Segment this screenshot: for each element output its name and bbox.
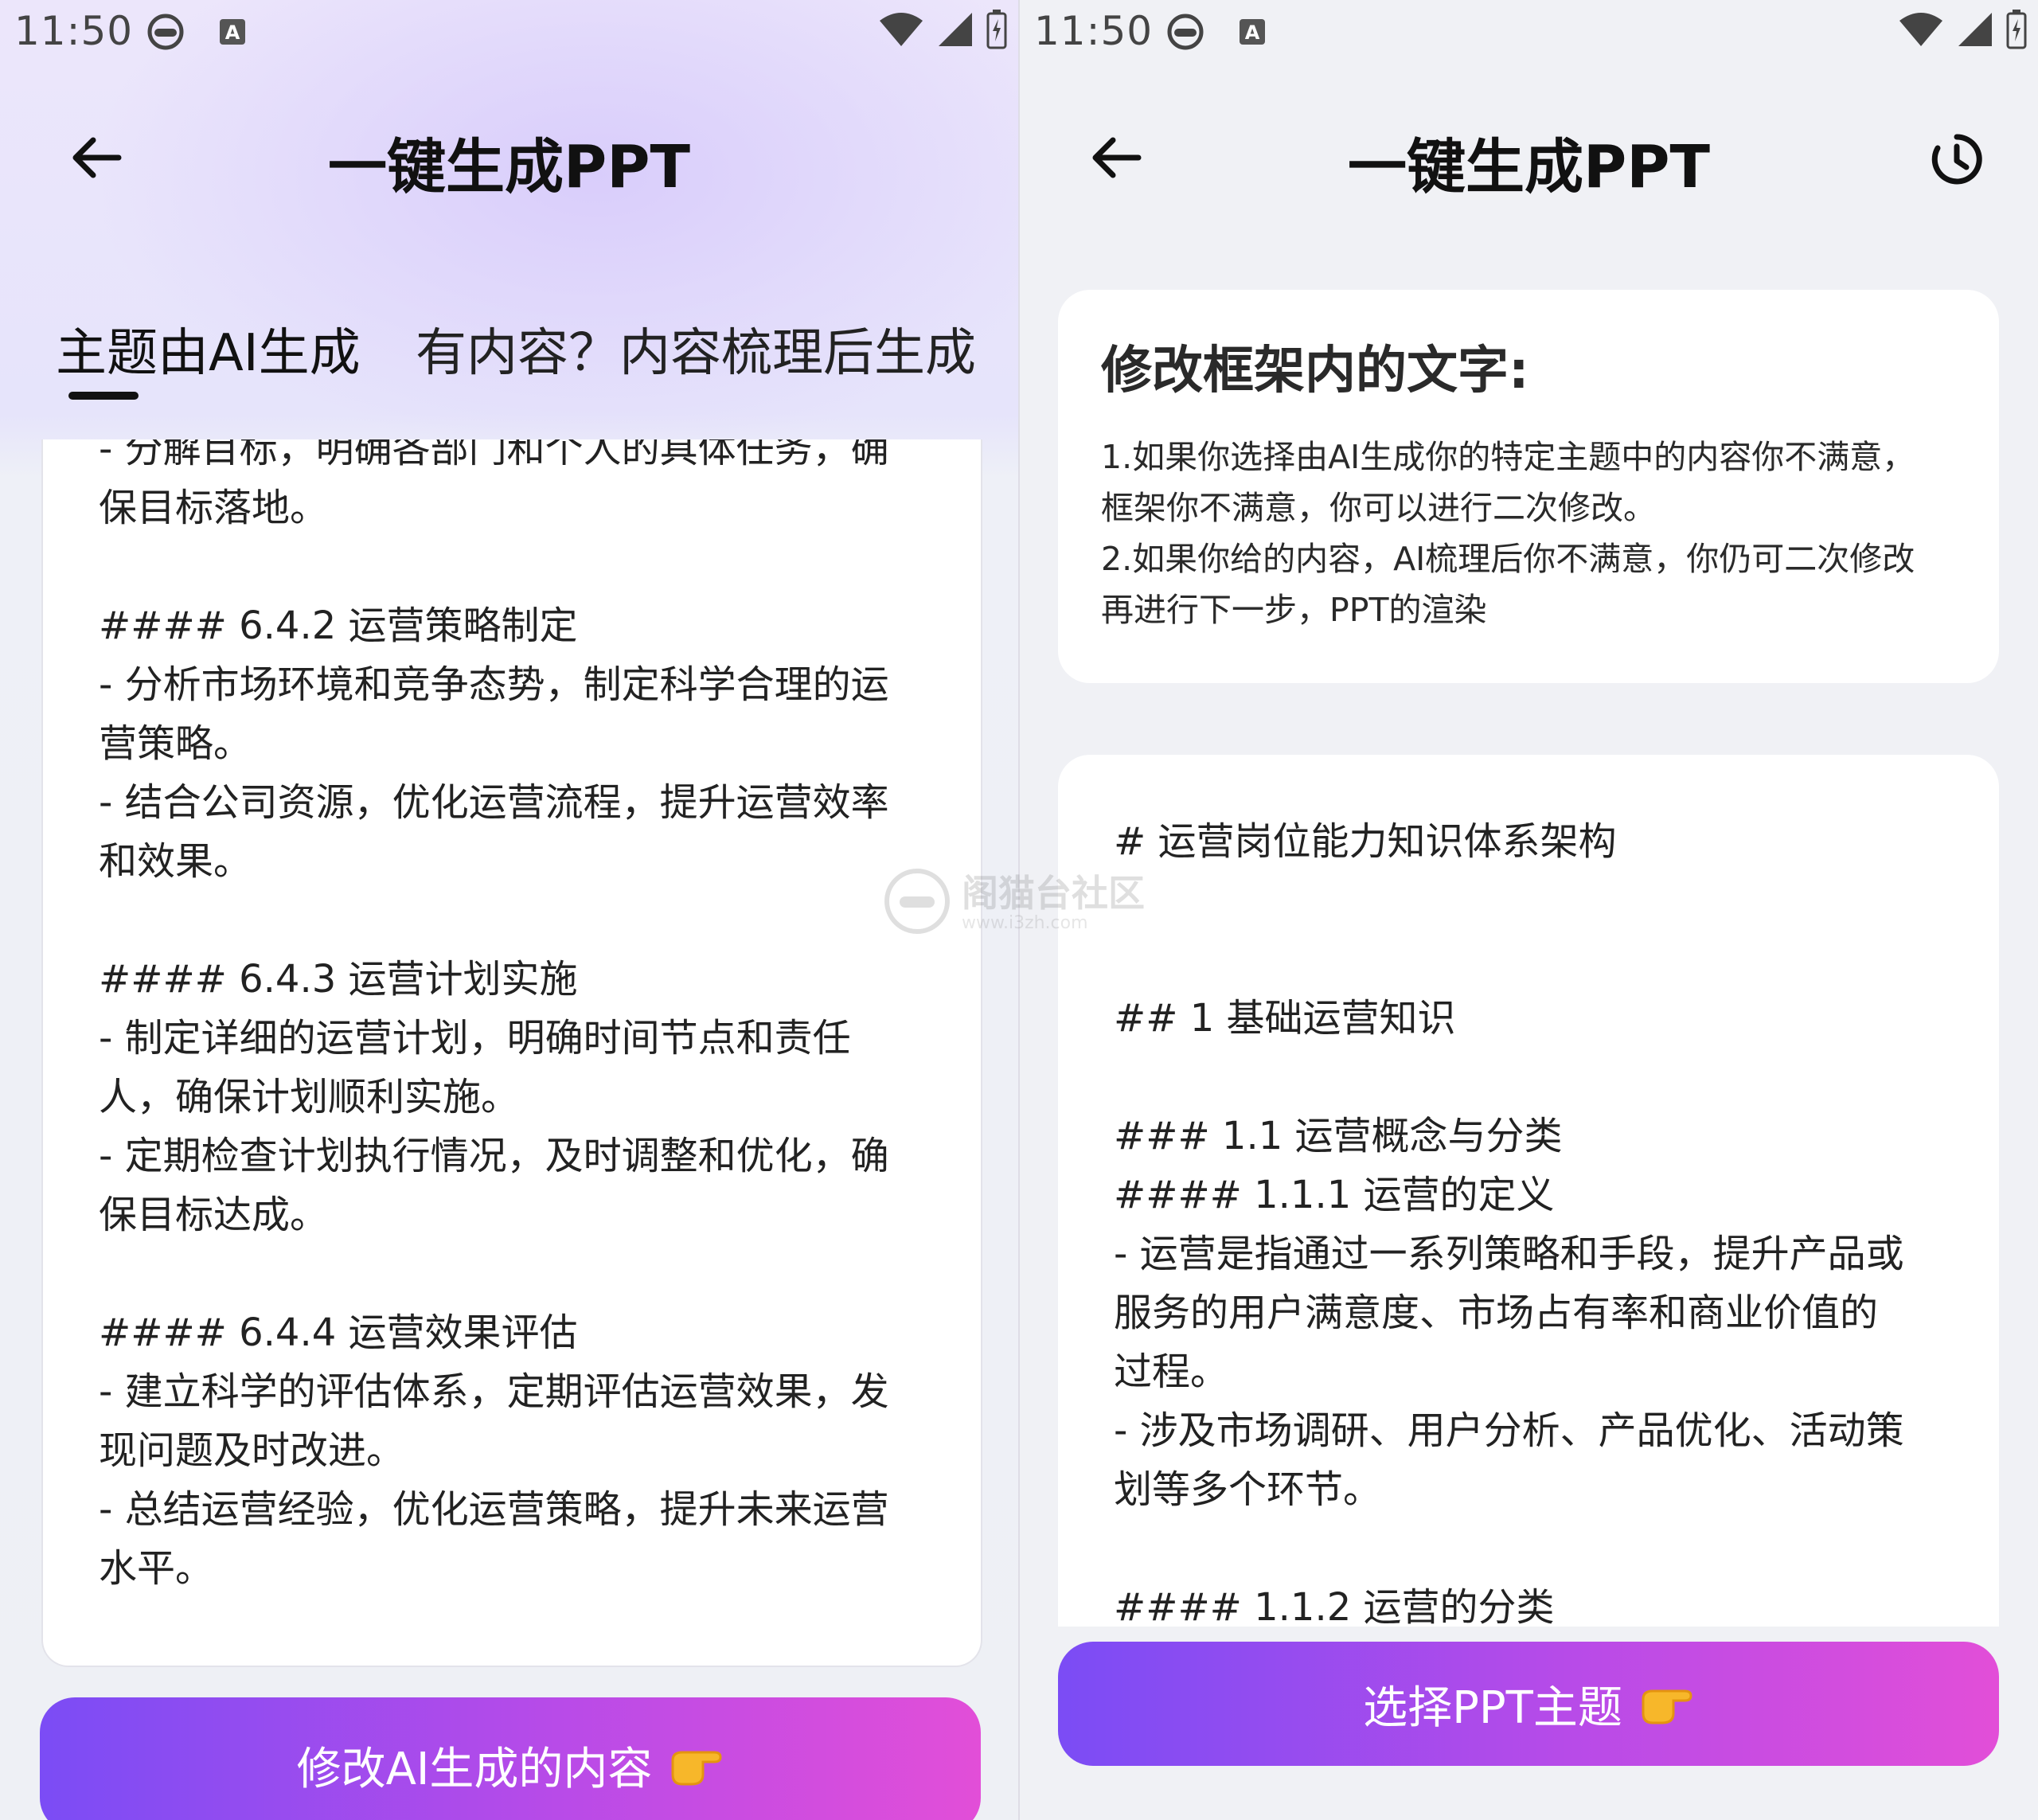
svg-text:A: A (1245, 21, 1260, 44)
svg-text:A: A (225, 21, 240, 44)
generated-content-text[interactable]: - 分解目标，明确各部门和个人的具体任务，确 保目标落地。 #### 6.4.2… (99, 439, 958, 1598)
outline-text-editor[interactable]: # 运营岗位能力知识体系架构 ## 1 基础运营知识 ### 1.1 运营概念与… (1114, 812, 1966, 1627)
active-tab-indicator (68, 392, 139, 400)
tab-ai-topic[interactable]: 主题由AI生成 (56, 312, 361, 385)
status-time: 11:50 (1034, 8, 1154, 54)
page-title: 一键生成PPT (1348, 133, 1710, 201)
assistant-face-icon (143, 11, 188, 53)
app-bar: 一键生成PPT (0, 103, 1018, 207)
status-time: 11:50 (14, 8, 134, 54)
signal-icon (937, 11, 974, 51)
signal-icon (1957, 11, 1993, 51)
history-button[interactable] (1923, 127, 1990, 194)
wifi-icon (878, 11, 924, 51)
edit-ai-content-label: 修改AI生成的内容 (296, 1743, 653, 1795)
choose-ppt-theme-button[interactable]: 选择PPT主题 (1058, 1642, 1999, 1766)
a-notification-icon: A (1236, 11, 1268, 53)
instructions-title: 修改框架内的文字: (1101, 342, 1529, 400)
instruction-line: 1.如果你选择由AI生成你的特定主题中的内容你不满意， (1101, 438, 1915, 476)
page-title: 一键生成PPT (328, 133, 690, 201)
screen-left: 11:50 A 一键生成PPT 主题由AI生成 有内容？内容梳理后生成 - 分解… (0, 0, 1018, 1820)
instruction-line: 再进行下一步，PPT的渲染 (1101, 591, 1487, 629)
pointing-hand-emoji (1638, 1681, 1694, 1726)
edit-ai-content-button[interactable]: 修改AI生成的内容 (40, 1697, 981, 1820)
instruction-line: 2.如果你给的内容，AI梳理后你不满意，你仍可二次修改 (1101, 540, 1915, 578)
choose-theme-label: 选择PPT主题 (1363, 1681, 1622, 1734)
generated-content-card[interactable]: - 分解目标，明确各部门和个人的具体任务，确 保目标落地。 #### 6.4.2… (41, 439, 982, 1667)
tab-content-organize[interactable]: 有内容？内容梳理后生成 (416, 312, 1018, 385)
outline-editor-card[interactable]: # 运营岗位能力知识体系架构 ## 1 基础运营知识 ### 1.1 运营概念与… (1058, 755, 1999, 1627)
status-bar: 11:50 A (1020, 0, 2038, 64)
app-bar: 一键生成PPT (1020, 103, 2038, 207)
instruction-line: 框架你不满意，你可以进行二次修改。 (1101, 489, 1656, 527)
battery-charging-icon (2006, 10, 2027, 53)
battery-charging-icon (986, 10, 1007, 53)
status-bar: 11:50 A (0, 0, 1018, 64)
assistant-face-icon (1163, 11, 1208, 53)
wifi-icon (1898, 11, 1944, 51)
generation-mode-tabs: 主题由AI生成 有内容？内容梳理后生成 (56, 312, 976, 408)
instructions-body: 1.如果你选择由AI生成你的特定主题中的内容你不满意， 框架你不满意，你可以进行… (1101, 432, 1977, 635)
pointing-hand-emoji (668, 1743, 724, 1787)
edit-instructions-card: 修改框架内的文字: 1.如果你选择由AI生成你的特定主题中的内容你不满意， 框架… (1058, 290, 1999, 683)
screen-right: 11:50 A 一键生成PPT 修改框架内的文字: 1.如果你选择由AI生成你的… (1020, 0, 2038, 1820)
history-clock-icon (1930, 132, 1984, 189)
a-notification-icon: A (217, 11, 248, 53)
